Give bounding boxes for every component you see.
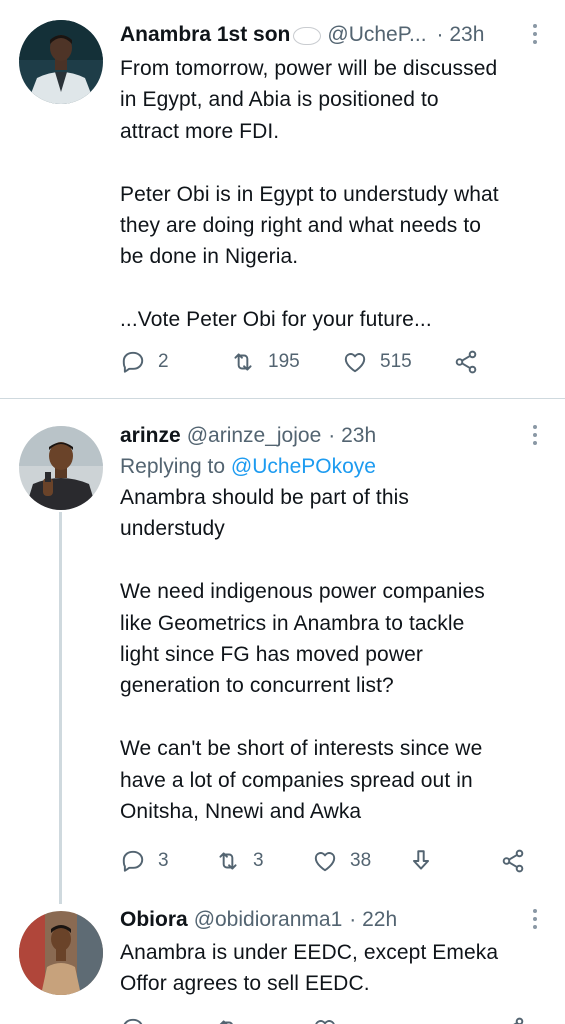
tweet-actions: 3 3 38 bbox=[120, 845, 530, 877]
share-icon bbox=[513, 1017, 524, 1024]
reply-count: 2 bbox=[158, 351, 169, 372]
share-icon bbox=[502, 849, 524, 873]
like-count: 38 bbox=[350, 850, 372, 871]
author-name[interactable]: Obiora bbox=[120, 906, 188, 934]
timestamp[interactable]: · 22h bbox=[349, 906, 397, 934]
like-icon bbox=[314, 852, 336, 872]
tweet-actions bbox=[120, 1013, 530, 1024]
more-options-icon[interactable] bbox=[525, 20, 545, 48]
reply-icon bbox=[122, 850, 144, 872]
author-name[interactable]: arinze bbox=[120, 422, 181, 450]
reply-icon bbox=[122, 351, 144, 373]
share-button[interactable] bbox=[453, 346, 479, 378]
more-options-icon[interactable] bbox=[525, 421, 545, 449]
retweet-button[interactable]: 195 bbox=[230, 346, 300, 378]
avatar[interactable] bbox=[19, 426, 103, 510]
retweet-button[interactable] bbox=[215, 1013, 241, 1024]
share-button[interactable] bbox=[500, 845, 526, 877]
share-icon bbox=[455, 350, 477, 374]
like-button[interactable] bbox=[312, 1013, 338, 1024]
tweet-text: Anambra should be part of this understud… bbox=[120, 486, 485, 824]
author-handle[interactable]: @obidioranma1 bbox=[194, 906, 343, 934]
share-button[interactable] bbox=[500, 1013, 526, 1024]
retweet-icon bbox=[219, 852, 237, 870]
tweet-actions: 2 195 515 bbox=[120, 346, 530, 378]
replying-to: Replying to @UchePOkoye bbox=[120, 451, 545, 482]
retweet-button[interactable]: 3 bbox=[215, 845, 264, 877]
like-icon bbox=[344, 353, 366, 373]
tweet-text: Anambra is under EEDC, except Emeka Offo… bbox=[120, 941, 499, 996]
tweet-header: Anambra 1st son @UcheP... · 23h bbox=[120, 20, 545, 50]
like-count: 515 bbox=[380, 351, 412, 372]
reply-button[interactable]: 2 bbox=[120, 346, 169, 378]
like-button[interactable]: 38 bbox=[312, 845, 371, 877]
tip-button[interactable] bbox=[408, 845, 434, 877]
tip-icon bbox=[412, 850, 430, 870]
timestamp[interactable]: · 23h bbox=[328, 422, 376, 450]
reply-count: 3 bbox=[158, 850, 169, 871]
more-options-icon[interactable] bbox=[525, 905, 545, 933]
retweet-icon bbox=[219, 1020, 233, 1024]
author-handle[interactable]: @arinze_jojoe bbox=[187, 422, 322, 450]
reply-button[interactable]: 3 bbox=[120, 845, 169, 877]
tweet-2[interactable]: arinze @arinze_jojoe · 23h Replying to @… bbox=[0, 399, 565, 899]
reply-mention-link[interactable]: @UchePOkoye bbox=[231, 455, 376, 478]
reply-icon bbox=[123, 1018, 143, 1024]
replying-to-label: Replying to bbox=[120, 455, 231, 478]
reply-button[interactable] bbox=[120, 1013, 146, 1024]
tweet-text: From tomorrow, power will be discussed i… bbox=[120, 57, 499, 332]
like-icon bbox=[315, 1020, 335, 1024]
retweet-icon bbox=[234, 353, 252, 371]
tweet-header: arinze @arinze_jojoe · 23h bbox=[120, 421, 545, 451]
author-name[interactable]: Anambra 1st son bbox=[120, 21, 290, 49]
author-handle[interactable]: @UcheP... bbox=[327, 21, 426, 49]
like-button[interactable]: 515 bbox=[342, 346, 412, 378]
avatar[interactable] bbox=[19, 20, 103, 104]
timestamp[interactable]: · 23h bbox=[437, 21, 485, 49]
tweet-3[interactable]: Obiora @obidioranma1 · 22h Anambra is un… bbox=[0, 899, 565, 1024]
tweet-header: Obiora @obidioranma1 · 22h bbox=[120, 905, 545, 935]
thought-bubble-icon bbox=[293, 27, 322, 45]
avatar[interactable] bbox=[19, 911, 103, 995]
retweet-count: 195 bbox=[268, 351, 300, 372]
tweet-1[interactable]: Anambra 1st son @UcheP... · 23h From tom… bbox=[0, 0, 565, 398]
retweet-count: 3 bbox=[253, 850, 264, 871]
